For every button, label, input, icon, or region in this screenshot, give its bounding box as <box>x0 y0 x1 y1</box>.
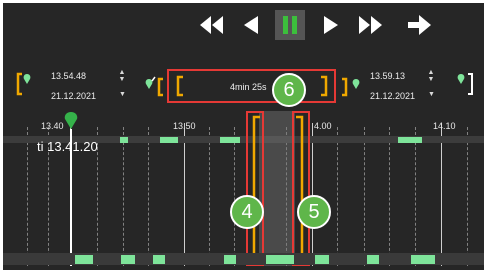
pause-icon <box>283 16 297 34</box>
step-back-button[interactable] <box>236 10 266 40</box>
end-time: 13.59.13 <box>370 71 406 81</box>
minor-tick <box>209 127 210 266</box>
recording-segment[interactable] <box>411 255 435 264</box>
tick-label-1400: 4.00 <box>314 121 332 131</box>
pin-arrow-icon <box>342 77 360 97</box>
tick-label-1410: 14.10 <box>433 121 456 131</box>
recording-segment[interactable] <box>220 137 240 143</box>
timeline-track[interactable]: 13.40 13.50 4.00 14.10 4 5 ti 13.41.20 <box>3 107 484 270</box>
start-time-stepper[interactable]: ▲ ▼ <box>117 69 127 85</box>
set-start-from-cursor-button[interactable] <box>143 75 167 97</box>
minor-tick <box>467 127 468 266</box>
recording-segment[interactable] <box>120 137 128 143</box>
arrow-right-icon <box>408 15 431 35</box>
playhead-time-label: ti 13.41.20 <box>37 139 98 154</box>
callout-badge-4: 4 <box>230 195 264 229</box>
minor-tick <box>337 127 338 266</box>
duration-text: 4min 25s <box>230 82 267 92</box>
recording-segment[interactable] <box>75 255 93 264</box>
map-pin-bracket-icon <box>457 73 473 95</box>
start-date: 21.12.2021 <box>51 91 97 101</box>
duration-right-bracket <box>319 75 329 97</box>
map-pin-bracket-icon <box>16 72 31 96</box>
chevron-down-icon[interactable]: ▼ <box>117 76 127 83</box>
play-reverse-icon <box>244 16 258 34</box>
tick-line <box>441 123 442 266</box>
play-icon <box>324 16 338 34</box>
recording-segment[interactable] <box>398 137 422 143</box>
set-end-from-cursor-button[interactable] <box>339 75 363 97</box>
callout-badge-5: 5 <box>297 195 331 229</box>
recording-segment[interactable] <box>224 255 236 264</box>
fast-rewind-icon <box>200 16 223 34</box>
chevron-down-icon[interactable]: ▼ <box>426 76 436 83</box>
end-time-stepper[interactable]: ▲ ▼ <box>426 69 436 85</box>
recording-segment[interactable] <box>266 255 294 264</box>
chevron-up-icon[interactable]: ▲ <box>117 69 127 76</box>
start-time: 13.54.48 <box>51 71 87 81</box>
rewind-button[interactable] <box>196 10 226 40</box>
minor-tick <box>123 127 124 266</box>
minor-tick <box>27 127 28 266</box>
recording-segment[interactable] <box>315 255 329 264</box>
minor-tick <box>148 127 149 266</box>
minor-tick <box>364 127 365 266</box>
start-bracket-marker[interactable] <box>15 71 33 97</box>
minor-tick <box>389 127 390 266</box>
tick-label-1340: 13.40 <box>41 121 64 131</box>
playhead-pin[interactable] <box>63 111 79 131</box>
tick-label-1350: 13.50 <box>173 121 196 131</box>
end-bracket-marker[interactable] <box>455 71 475 97</box>
callout-badge-6: 6 <box>272 73 306 107</box>
minor-tick <box>234 127 235 266</box>
fast-forward-button[interactable] <box>356 10 386 40</box>
tick-line <box>184 123 185 266</box>
start-date-dropdown-icon[interactable]: ▼ <box>119 91 126 98</box>
end-date: 21.12.2021 <box>370 91 416 101</box>
play-button[interactable] <box>316 10 346 40</box>
fast-forward-icon <box>359 16 382 34</box>
recording-segment[interactable] <box>160 137 178 143</box>
map-pin-icon <box>64 112 78 129</box>
chevron-up-icon[interactable]: ▲ <box>426 69 436 76</box>
minor-tick <box>415 127 416 266</box>
selected-range[interactable] <box>259 111 295 266</box>
recording-segment[interactable] <box>153 255 165 264</box>
go-live-button[interactable] <box>404 10 434 40</box>
range-start-bracket[interactable] <box>251 115 261 263</box>
playback-timeline-panel: 13.54.48 21.12.2021 ▲ ▼ ▼ 4min 25s 6 13.… <box>3 3 484 270</box>
pause-button[interactable] <box>275 10 305 40</box>
duration-left-bracket <box>175 75 185 97</box>
range-end-bracket[interactable] <box>295 115 305 263</box>
pin-arrow-icon <box>145 76 163 97</box>
end-date-dropdown-icon[interactable]: ▼ <box>428 91 435 98</box>
recording-segment[interactable] <box>121 255 135 264</box>
recording-segment[interactable] <box>367 255 379 264</box>
